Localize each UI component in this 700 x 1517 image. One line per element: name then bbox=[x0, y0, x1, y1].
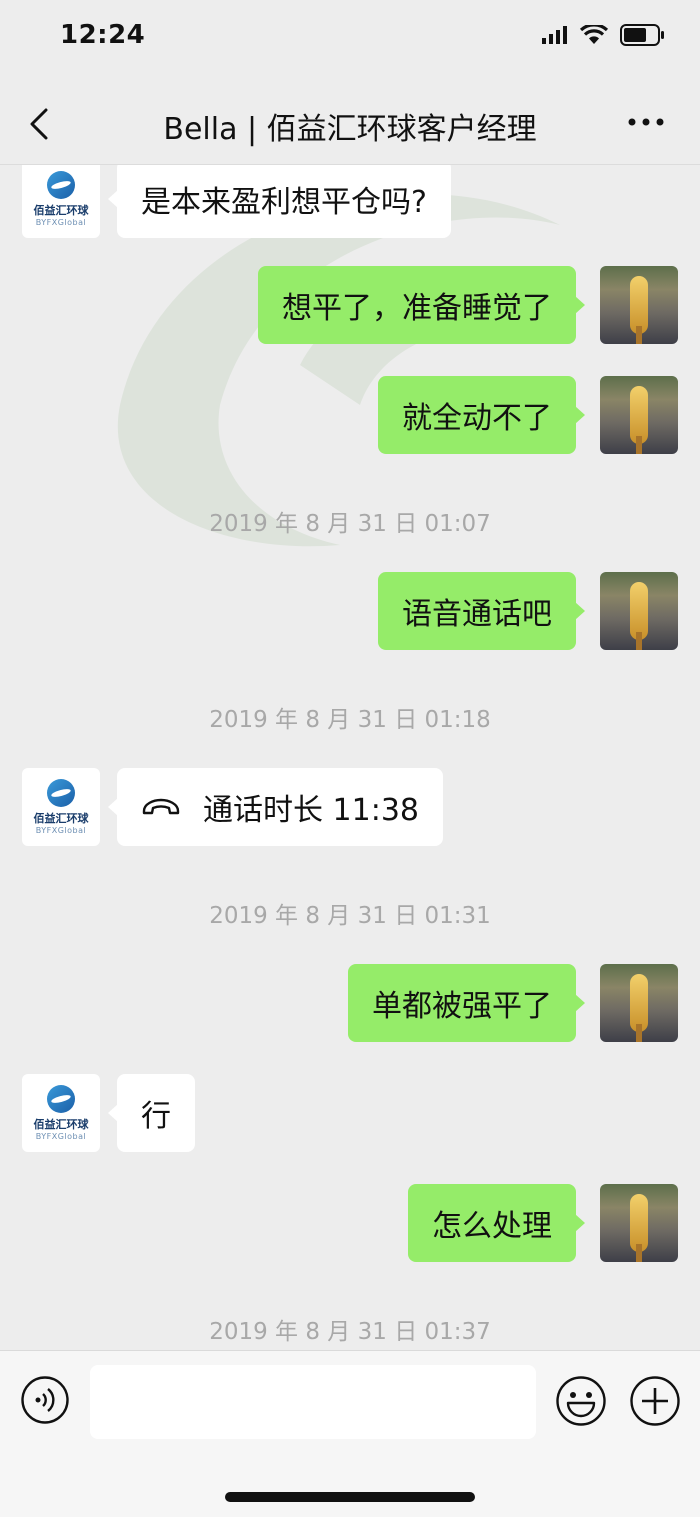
message-timestamp: 2019 年 8 月 31 日 01:07 bbox=[209, 511, 491, 537]
message-input[interactable] bbox=[90, 1365, 536, 1439]
chat-title: Bella | 佰益汇环球客户经理 bbox=[163, 112, 537, 147]
message-bubble-outgoing[interactable]: 单都被强平了 bbox=[348, 964, 585, 1042]
message-bubble-outgoing[interactable]: 就全动不了 bbox=[378, 376, 585, 454]
message-bubble-incoming[interactable]: 行 bbox=[108, 1074, 195, 1152]
message-bubble-incoming[interactable]: 是本来盈利想平仓吗? bbox=[108, 165, 451, 238]
cellular-signal-icon bbox=[542, 26, 567, 44]
emoji-icon[interactable] bbox=[555, 1375, 607, 1427]
call-duration-label: 通话时长 11:38 bbox=[203, 793, 419, 828]
home-indicator[interactable] bbox=[225, 1492, 475, 1502]
message-timestamp: 2019 年 8 月 31 日 01:18 bbox=[209, 707, 491, 733]
voice-input-icon[interactable] bbox=[20, 1375, 70, 1425]
user-avatar[interactable] bbox=[600, 572, 678, 650]
nav-bar: Bella | 佰益汇环球客户经理 bbox=[0, 82, 700, 165]
battery-icon bbox=[620, 24, 664, 46]
message-timestamp: 2019 年 8 月 31 日 01:37 bbox=[209, 1319, 491, 1345]
user-avatar[interactable] bbox=[600, 266, 678, 344]
contact-avatar[interactable]: 佰益汇环球 BYFXGlobal bbox=[22, 1074, 100, 1152]
phone-hangup-icon bbox=[142, 798, 180, 815]
add-more-icon[interactable] bbox=[629, 1375, 681, 1427]
user-avatar[interactable] bbox=[600, 964, 678, 1042]
voice-call-record[interactable]: 通话时长 11:38 bbox=[108, 768, 443, 846]
wifi-icon bbox=[580, 25, 608, 44]
chat-messages[interactable]: 佰益汇环球 BYFXGlobal 是本来盈利想平仓吗? 想平了，准备睡觉了 就全… bbox=[0, 165, 700, 1350]
message-timestamp: 2019 年 8 月 31 日 01:31 bbox=[209, 903, 491, 929]
message-bubble-outgoing[interactable]: 想平了，准备睡觉了 bbox=[258, 266, 585, 344]
message-bubble-outgoing[interactable]: 语音通话吧 bbox=[378, 572, 585, 650]
status-time: 12:24 bbox=[60, 20, 146, 50]
more-options-icon[interactable] bbox=[626, 112, 666, 132]
contact-avatar[interactable]: 佰益汇环球 BYFXGlobal bbox=[22, 165, 100, 238]
status-bar: 12:24 bbox=[0, 0, 700, 80]
user-avatar[interactable] bbox=[600, 376, 678, 454]
user-avatar[interactable] bbox=[600, 1184, 678, 1262]
message-bubble-outgoing[interactable]: 怎么处理 bbox=[408, 1184, 585, 1262]
contact-avatar[interactable]: 佰益汇环球 BYFXGlobal bbox=[22, 768, 100, 846]
